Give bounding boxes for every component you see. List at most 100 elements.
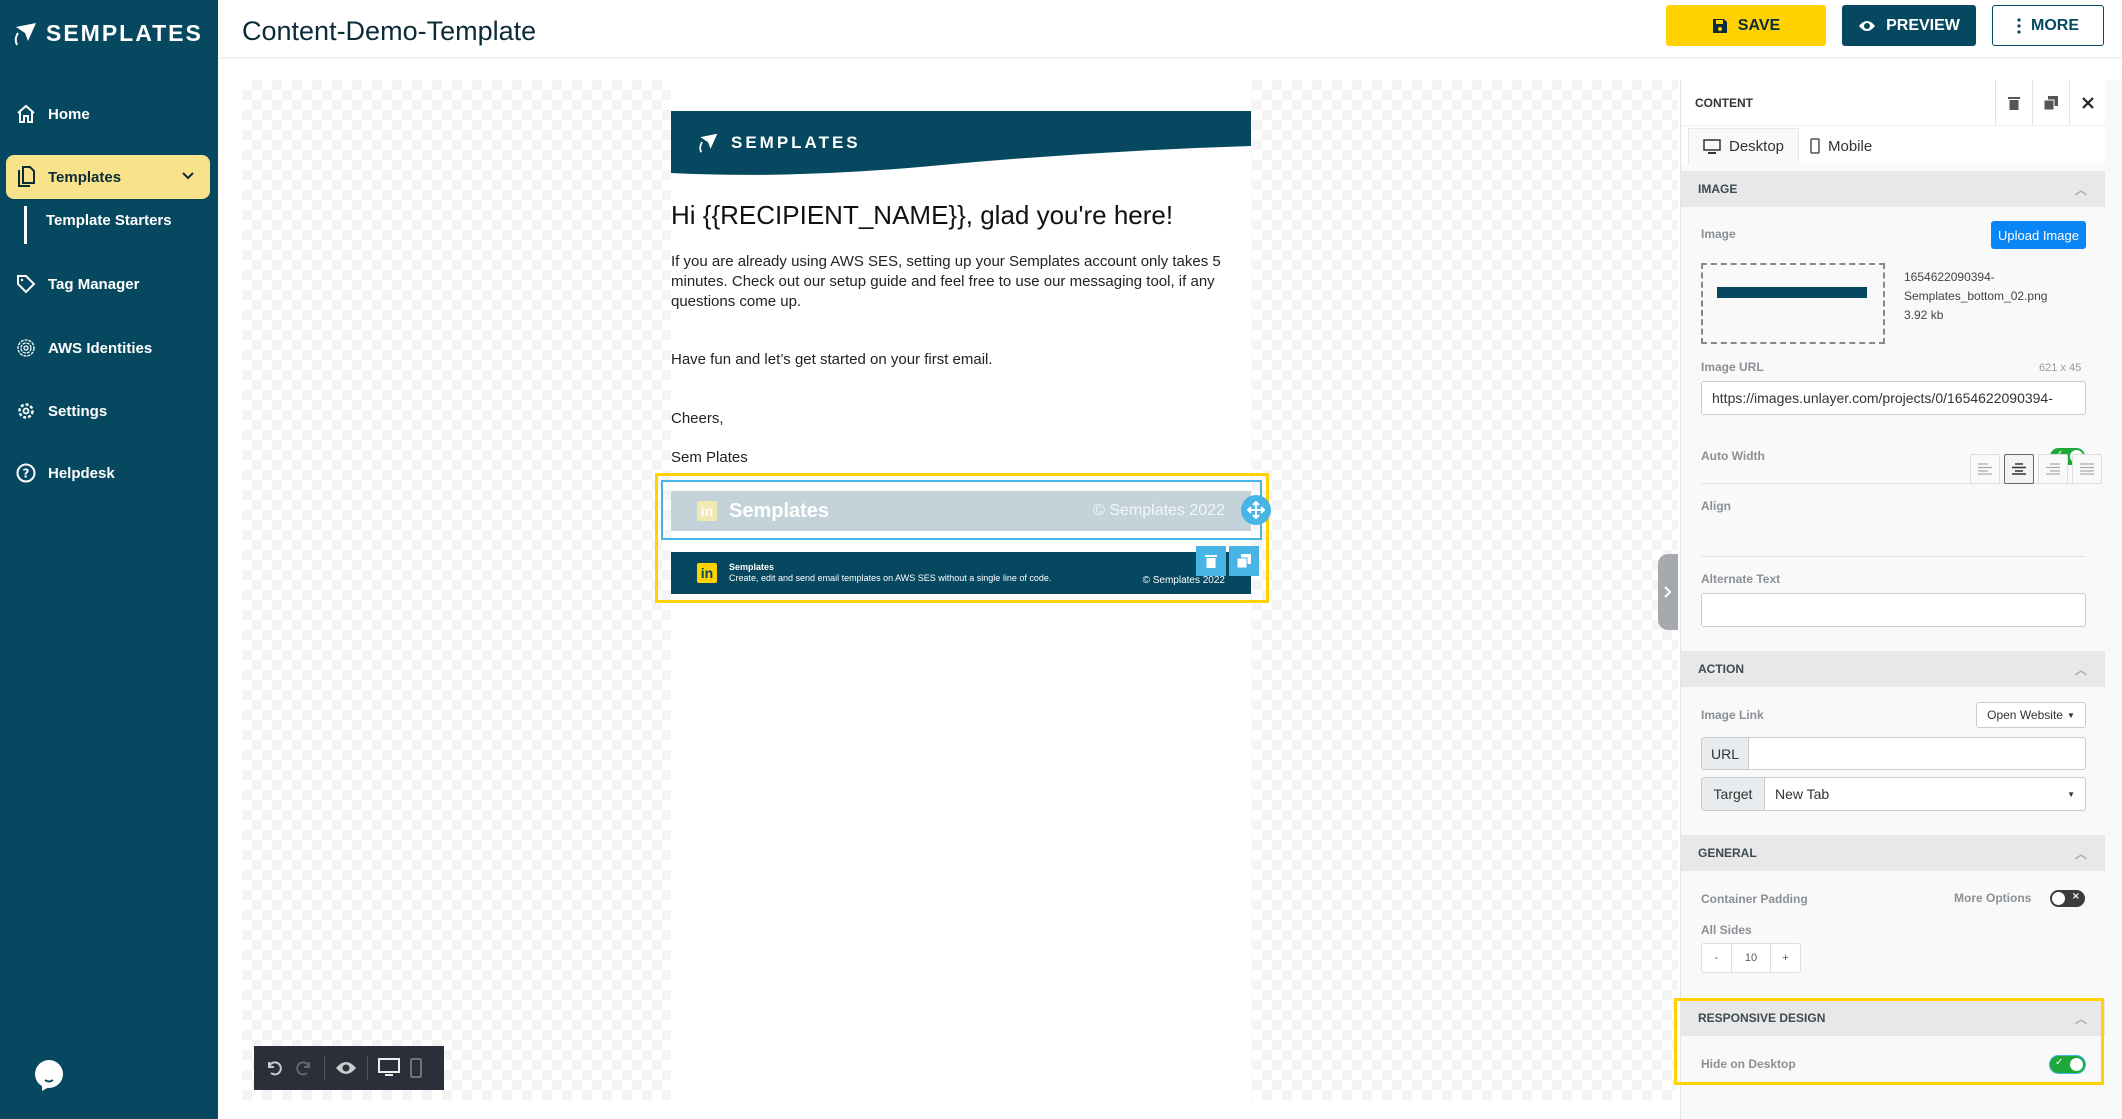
sidebar-item-aws-identities[interactable]: AWS Identities — [6, 326, 210, 370]
image-dimensions: 621 x 45 — [2039, 362, 2082, 374]
section-header-general[interactable]: GENERAL ︿ — [1681, 835, 2105, 871]
sidebar-item-label: AWS Identities — [48, 339, 153, 357]
chat-button[interactable] — [34, 1060, 64, 1096]
alternate-text-input[interactable] — [1701, 593, 2086, 627]
redo-icon[interactable] — [294, 1058, 314, 1078]
tab-desktop[interactable]: Desktop — [1688, 128, 1800, 164]
brand-name: SEMPLATES — [46, 20, 203, 46]
device-tabs: Desktop Mobile — [1681, 126, 2105, 164]
toolbar-divider — [367, 1056, 368, 1080]
fingerprint-icon — [17, 339, 35, 357]
more-options-label: More Options — [1954, 891, 2032, 905]
alternate-text-label: Alternate Text — [1701, 572, 1781, 586]
close-icon — [2082, 97, 2094, 109]
chevron-up-icon: ︿ — [2074, 847, 2087, 861]
sidebar-item-label: Tag Manager — [48, 275, 140, 293]
footer-copyright: © Semplates 2022 — [1142, 574, 1225, 586]
caret-down-icon: ▼ — [2067, 789, 2075, 799]
align-center-button[interactable] — [2004, 454, 2034, 484]
tag-icon — [17, 275, 36, 294]
email-paragraph[interactable]: Have fun and let’s get started on your f… — [671, 350, 1251, 370]
footer-image[interactable]: in Semplates Create, edit and send email… — [671, 552, 1251, 594]
more-button[interactable]: MORE — [1992, 5, 2104, 46]
link-type-dropdown[interactable]: Open Website ▼ — [1976, 702, 2086, 728]
sidebar-item-settings[interactable]: Settings — [6, 389, 210, 433]
hidden-footer-image[interactable]: in Semplates © Semplates 2022 — [671, 491, 1251, 531]
submenu-indicator — [24, 206, 27, 244]
duplicate-block-button[interactable] — [1229, 546, 1259, 576]
highlight-outline — [1674, 998, 2104, 1085]
image-url-input[interactable]: https://images.unlayer.com/projects/0/16… — [1701, 381, 2086, 415]
sidebar-item-helpdesk[interactable]: ? Helpdesk — [6, 451, 210, 495]
link-target-select[interactable]: New Tab ▼ — [1764, 777, 2086, 811]
page-title: Content-Demo-Template — [242, 16, 537, 46]
sidebar-item-tag-manager[interactable]: Tag Manager — [6, 262, 210, 306]
chevron-up-icon: ︿ — [2074, 663, 2087, 677]
chevron-down-icon[interactable] — [180, 167, 196, 183]
delete-content-button[interactable] — [1995, 80, 2032, 126]
brand-logo[interactable]: SEMPLATES — [12, 20, 203, 47]
preview-button[interactable]: PREVIEW — [1842, 5, 1976, 46]
duplicate-icon — [1237, 554, 1251, 568]
email-greeting[interactable]: Hi {{RECIPIENT_NAME}}, glad you're here! — [671, 200, 1173, 231]
sidebar-item-label: Templates — [48, 168, 122, 186]
section-header-action[interactable]: ACTION ︿ — [1681, 651, 2105, 687]
eye-icon[interactable] — [335, 1060, 357, 1076]
panel-title: CONTENT — [1695, 96, 1753, 110]
email-paragraph[interactable]: If you are already using AWS SES, settin… — [671, 252, 1251, 312]
align-right-button[interactable] — [2038, 454, 2068, 484]
desktop-icon[interactable] — [378, 1058, 400, 1078]
collapse-panel-button[interactable] — [1658, 554, 1678, 630]
email-closing[interactable]: Cheers, — [671, 409, 1251, 429]
decrement-button[interactable]: - — [1702, 944, 1732, 972]
email-brand-logo: SEMPLATES — [697, 132, 861, 154]
image-link-label: Image Link — [1701, 708, 1764, 722]
align-right-icon — [2046, 463, 2060, 475]
desktop-icon — [1703, 138, 1721, 154]
mobile-icon[interactable] — [410, 1058, 422, 1078]
align-label: Align — [1701, 499, 1731, 513]
more-options-toggle[interactable]: × — [2050, 890, 2085, 907]
floppy-disk-icon — [1712, 18, 1727, 33]
sidebar-subitem-template-starters[interactable]: Template Starters — [46, 212, 172, 229]
footer-brand-name: Semplates — [729, 562, 775, 572]
section-header-image[interactable]: IMAGE ︿ — [1681, 171, 2105, 207]
footer-tagline: Create, edit and send email templates on… — [729, 573, 1052, 583]
move-handle[interactable] — [1241, 495, 1271, 525]
trash-icon — [2008, 97, 2020, 110]
increment-button[interactable]: + — [1771, 944, 1800, 972]
delete-block-button[interactable] — [1196, 546, 1226, 576]
padding-stepper: - 10 + — [1701, 943, 1801, 973]
email-signature[interactable]: Sem Plates — [671, 448, 1251, 468]
align-left-button[interactable] — [1970, 454, 2000, 484]
vertical-ellipsis-icon — [2017, 17, 2021, 34]
chevron-up-icon: ︿ — [2074, 183, 2087, 197]
align-justify-button[interactable] — [2072, 454, 2102, 484]
undo-icon[interactable] — [264, 1058, 284, 1078]
image-thumbnail[interactable] — [1701, 263, 1885, 344]
editor-canvas[interactable]: SEMPLATES Hi {{RECIPIENT_NAME}}, glad yo… — [242, 80, 1678, 1100]
footer-brand-name: Semplates — [729, 499, 830, 522]
footer-copyright: © Semplates 2022 — [1093, 502, 1225, 519]
toolbar-divider — [324, 1056, 325, 1080]
link-url-input[interactable] — [1748, 737, 2086, 770]
x-icon: × — [2071, 891, 2080, 902]
properties-panel: CONTENT Desktop Mobile IMAGE ︿ Image Upl… — [1674, 80, 2122, 1119]
sidebar-item-templates[interactable]: Templates — [6, 155, 210, 199]
duplicate-content-button[interactable] — [2032, 80, 2069, 126]
gear-icon — [18, 403, 34, 419]
save-button[interactable]: SAVE — [1666, 5, 1826, 46]
trash-icon — [1205, 555, 1217, 568]
image-file-info: 1654622090394- Semplates_bottom_02.png 3… — [1904, 270, 2048, 322]
sidebar-item-label: Helpdesk — [48, 464, 115, 482]
upload-image-button[interactable]: Upload Image — [1991, 221, 2086, 249]
home-icon — [17, 104, 35, 123]
close-panel-button[interactable] — [2069, 80, 2106, 126]
tab-mobile[interactable]: Mobile — [1796, 128, 1886, 164]
sidebar-item-label: Settings — [48, 402, 108, 420]
paper-plane-logo-icon — [699, 133, 718, 153]
sidebar-item-label: Home — [48, 105, 90, 123]
sidebar-item-home[interactable]: Home — [6, 92, 210, 136]
chevron-right-icon — [1664, 586, 1672, 598]
padding-value-input[interactable]: 10 — [1732, 944, 1771, 972]
